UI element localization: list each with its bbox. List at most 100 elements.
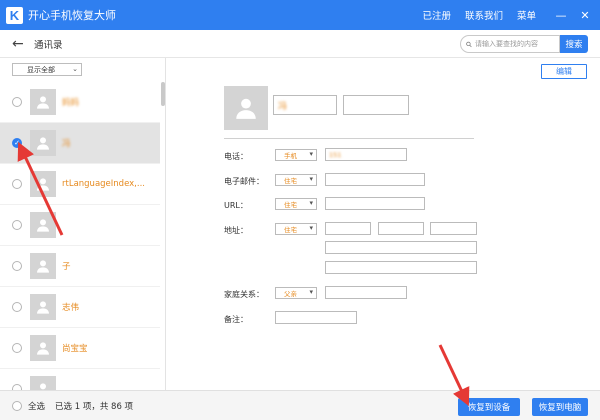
- person-icon: [236, 98, 256, 119]
- url-field[interactable]: [325, 197, 425, 210]
- chevron-down-icon: ▾: [309, 224, 313, 232]
- filter-select-value: 显示全部: [27, 65, 55, 74]
- contact-row[interactable]: [0, 369, 160, 390]
- filter-select[interactable]: 显示全部 ⌄: [12, 63, 82, 76]
- phone-type-select[interactable]: 手机 ▾: [275, 149, 317, 161]
- search-input[interactable]: [475, 40, 559, 48]
- url-type-select[interactable]: 住宅 ▾: [275, 198, 317, 210]
- person-icon: [37, 260, 49, 273]
- edit-button[interactable]: 编辑: [541, 64, 587, 79]
- address-state-field[interactable]: [430, 222, 477, 235]
- note-label: 备注：: [224, 315, 248, 324]
- email-label: 电子邮件：: [224, 177, 264, 186]
- list-scrollbar[interactable]: [161, 82, 165, 106]
- chevron-down-icon: ▾: [309, 288, 313, 296]
- contact-us-link[interactable]: 联系我们: [465, 8, 503, 22]
- phone-type-value: 手机: [284, 152, 297, 160]
- first-name-field[interactable]: 冯: [273, 95, 337, 115]
- person-icon: [37, 178, 49, 191]
- chevron-down-icon: ⌄: [72, 65, 78, 73]
- family-field[interactable]: [325, 286, 407, 299]
- contact-avatar: [30, 130, 56, 156]
- family-label: 家庭关系：: [224, 290, 264, 299]
- registered-link[interactable]: 已注册: [422, 8, 451, 22]
- back-arrow-icon[interactable]: ←: [12, 36, 26, 52]
- contact-name: 妈妈: [62, 98, 80, 108]
- contact-row[interactable]: [0, 205, 160, 246]
- contact-row[interactable]: 尚宝宝: [0, 328, 160, 369]
- contact-row[interactable]: 子: [0, 246, 160, 287]
- restore-to-device-button[interactable]: 恢复到设备: [458, 398, 520, 416]
- email-type-select[interactable]: 住宅 ▾: [275, 174, 317, 186]
- phone-field[interactable]: 151: [325, 148, 407, 161]
- radio-button[interactable]: [12, 261, 22, 271]
- selected-count: 已选 1 项，共 86 项: [55, 401, 134, 412]
- contact-avatar: [30, 335, 56, 361]
- address-city-field[interactable]: [378, 222, 424, 235]
- contact-name: 尚宝宝: [62, 344, 88, 354]
- phone-value: 151: [329, 150, 342, 159]
- address-line3-field[interactable]: [325, 261, 477, 274]
- title-bar: K 开心手机恢复大师 已注册 联系我们 菜单 — ✕: [0, 0, 600, 30]
- address-line2-field[interactable]: [325, 241, 477, 254]
- person-icon: [37, 219, 49, 232]
- email-field[interactable]: [325, 173, 425, 186]
- person-icon: [37, 96, 49, 109]
- contact-row[interactable]: rtLanguageIndex,...: [0, 164, 160, 205]
- select-all-radio[interactable]: [12, 400, 22, 411]
- url-type-value: 住宅: [284, 201, 297, 209]
- app-logo-letter: K: [9, 7, 20, 23]
- search-button[interactable]: 搜索: [560, 35, 588, 53]
- contact-avatar: [30, 171, 56, 197]
- address-label: 地址：: [224, 226, 248, 235]
- radio-button[interactable]: [12, 302, 22, 312]
- toolbar: ← 通讯录 搜索: [0, 30, 600, 58]
- radio-button[interactable]: [12, 343, 22, 353]
- contact-row[interactable]: ✓ 冯: [0, 123, 160, 164]
- contact-row[interactable]: 妈妈: [0, 82, 160, 123]
- family-type-select[interactable]: 父亲 ▾: [275, 287, 317, 299]
- family-type-value: 父亲: [284, 290, 297, 298]
- page-title: 通讯录: [34, 39, 63, 51]
- person-icon: [37, 301, 49, 314]
- contact-list-panel: 显示全部 ⌄ 妈妈 ✓ 冯 rtLanguageIndex,... 子志伟 尚宝宝: [0, 58, 166, 390]
- url-label: URL：: [224, 201, 248, 210]
- minimize-button[interactable]: —: [550, 0, 572, 30]
- contact-name: 子: [62, 262, 71, 272]
- address-street-field[interactable]: [325, 222, 371, 235]
- radio-button[interactable]: [12, 97, 22, 107]
- bottom-bar: 全选 已选 1 项，共 86 项 恢复到设备 恢复到电脑: [0, 390, 600, 420]
- first-name-value: 冯: [278, 101, 288, 112]
- restore-to-pc-button[interactable]: 恢复到电脑: [532, 398, 588, 416]
- search-icon: [466, 41, 472, 47]
- app-title: 开心手机恢复大师: [28, 9, 116, 22]
- person-icon: [37, 342, 49, 355]
- contact-avatar: [224, 86, 268, 130]
- note-field[interactable]: [275, 311, 357, 324]
- search-box[interactable]: [460, 35, 560, 53]
- chevron-down-icon: ▾: [309, 150, 313, 158]
- phone-label: 电话：: [224, 152, 248, 161]
- contact-name: 冯: [62, 139, 71, 149]
- divider: [224, 138, 474, 139]
- contact-row[interactable]: 志伟: [0, 287, 160, 328]
- address-type-select[interactable]: 住宅 ▾: [275, 223, 317, 235]
- select-all-label[interactable]: 全选: [28, 400, 45, 412]
- radio-button[interactable]: [12, 220, 22, 230]
- close-button[interactable]: ✕: [572, 0, 598, 30]
- contact-name: rtLanguageIndex,...: [62, 179, 145, 189]
- contact-detail-panel: 编辑 冯 电话： 手机 ▾ 151 电子邮件： 住宅 ▾ URL： 住宅 ▾ 地址： …: [167, 58, 600, 390]
- contact-name: 志伟: [62, 303, 80, 313]
- app-logo: K: [6, 6, 23, 24]
- chevron-down-icon: ▾: [309, 175, 313, 183]
- last-name-field[interactable]: [343, 95, 409, 115]
- contact-avatar: [30, 89, 56, 115]
- checked-radio-icon[interactable]: ✓: [12, 138, 22, 148]
- menu-button[interactable]: 菜单: [517, 8, 536, 22]
- radio-button[interactable]: [12, 179, 22, 189]
- chevron-down-icon: ▾: [309, 199, 313, 207]
- contact-avatar: [30, 294, 56, 320]
- email-type-value: 住宅: [284, 177, 297, 185]
- person-icon: [40, 383, 46, 390]
- contact-avatar: [30, 376, 56, 390]
